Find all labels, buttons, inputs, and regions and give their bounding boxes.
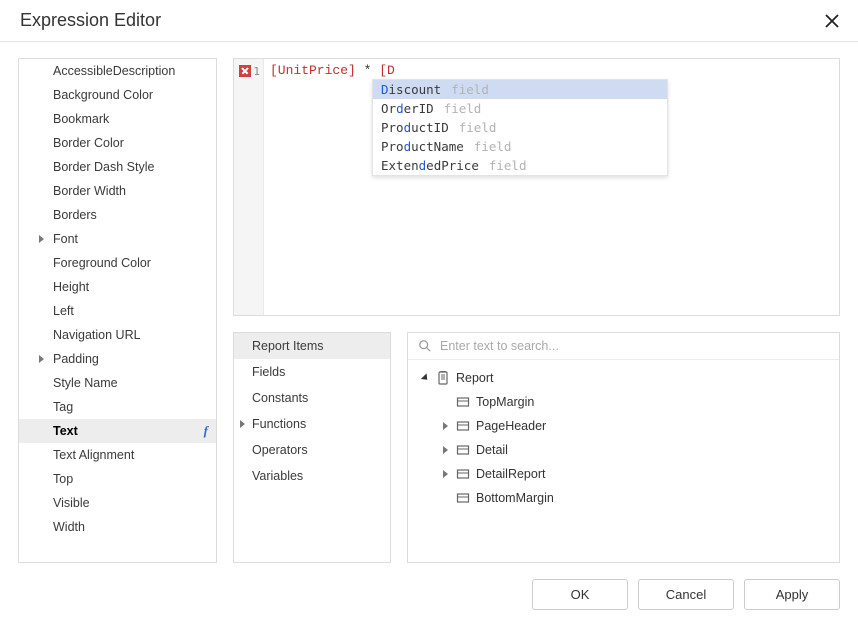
right-column: 1 [UnitPrice] * [D DiscountfieldOrderIDf…	[233, 58, 840, 563]
tree-node[interactable]: DetailReport	[412, 462, 835, 486]
editor-gutter: 1	[234, 59, 264, 315]
token-open-bracket: [	[379, 63, 387, 78]
property-item[interactable]: Tag	[19, 395, 216, 419]
autocomplete-item[interactable]: ProductName field	[373, 137, 667, 156]
property-item[interactable]: Left	[19, 299, 216, 323]
tree-node-label: PageHeader	[476, 419, 546, 433]
search-icon	[418, 339, 432, 353]
error-icon	[239, 65, 251, 77]
apply-button[interactable]: Apply	[744, 579, 840, 610]
property-item[interactable]: Font	[19, 227, 216, 251]
autocomplete-name: ExtendedPrice	[381, 158, 479, 173]
property-item[interactable]: Textf	[19, 419, 216, 443]
property-item[interactable]: Background Color	[19, 83, 216, 107]
property-item[interactable]: Border Width	[19, 179, 216, 203]
lower-row: Report ItemsFieldsConstantsFunctionsOper…	[233, 332, 840, 563]
category-item[interactable]: Constants	[234, 385, 390, 411]
property-item[interactable]: Borders	[19, 203, 216, 227]
tree-node[interactable]: TopMargin	[412, 390, 835, 414]
token-operator: *	[356, 63, 379, 78]
band-icon	[456, 419, 470, 433]
property-item[interactable]: Top	[19, 467, 216, 491]
property-item[interactable]: Width	[19, 515, 216, 539]
band-icon	[456, 395, 470, 409]
autocomplete-name: ProductName	[381, 139, 464, 154]
autocomplete-item[interactable]: ProductID field	[373, 118, 667, 137]
autocomplete-type: field	[451, 82, 489, 97]
property-item[interactable]: Visible	[19, 491, 216, 515]
property-item[interactable]: Navigation URL	[19, 323, 216, 347]
expand-icon[interactable]	[440, 470, 450, 478]
expand-icon[interactable]	[440, 422, 450, 430]
search-row	[408, 333, 839, 360]
dialog-body: AccessibleDescriptionBackground ColorBoo…	[0, 42, 858, 563]
expression-editor-dialog: Expression Editor AccessibleDescriptionB…	[0, 0, 858, 626]
band-icon	[456, 491, 470, 505]
footer: OK Cancel Apply	[0, 563, 858, 626]
property-item[interactable]: Text Alignment	[19, 443, 216, 467]
autocomplete-type: field	[444, 101, 482, 116]
token-field: [UnitPrice]	[270, 63, 356, 78]
items-panel: Report TopMargin PageHeader Detail DetailRep…	[407, 332, 840, 563]
autocomplete-name: ProductID	[381, 120, 449, 135]
property-item[interactable]: Style Name	[19, 371, 216, 395]
autocomplete-type: field	[459, 120, 497, 135]
property-item[interactable]: Border Color	[19, 131, 216, 155]
property-panel: AccessibleDescriptionBackground ColorBoo…	[18, 58, 217, 563]
category-list: Report ItemsFieldsConstantsFunctionsOper…	[234, 333, 390, 489]
category-item[interactable]: Variables	[234, 463, 390, 489]
tree-node[interactable]: Report	[412, 366, 835, 390]
close-icon	[825, 14, 839, 28]
autocomplete-item[interactable]: OrderID field	[373, 99, 667, 118]
property-item[interactable]: AccessibleDescription	[19, 59, 216, 83]
autocomplete-name: OrderID	[381, 101, 434, 116]
category-item[interactable]: Fields	[234, 359, 390, 385]
autocomplete-type: field	[474, 139, 512, 154]
autocomplete-name: Discount	[381, 82, 441, 97]
expand-icon[interactable]	[440, 446, 450, 454]
property-item[interactable]: Foreground Color	[19, 251, 216, 275]
autocomplete-type: field	[489, 158, 527, 173]
code-editor-panel: 1 [UnitPrice] * [D DiscountfieldOrderIDf…	[233, 58, 840, 316]
formula-icon: f	[204, 423, 208, 439]
search-input[interactable]	[440, 339, 829, 353]
code-editor[interactable]: [UnitPrice] * [D DiscountfieldOrderIDfie…	[264, 59, 839, 315]
tree-node-label: Detail	[476, 443, 508, 457]
property-item[interactable]: Padding	[19, 347, 216, 371]
tree-node[interactable]: PageHeader	[412, 414, 835, 438]
tree-node-label: TopMargin	[476, 395, 534, 409]
close-button[interactable]	[822, 11, 842, 31]
cancel-button[interactable]: Cancel	[638, 579, 734, 610]
autocomplete-item[interactable]: Discount field	[373, 80, 667, 99]
band-icon	[456, 443, 470, 457]
tree-node[interactable]: BottomMargin	[412, 486, 835, 510]
tree-node-label: Report	[456, 371, 494, 385]
band-icon	[456, 467, 470, 481]
tree-node-label: BottomMargin	[476, 491, 554, 505]
property-item[interactable]: Border Dash Style	[19, 155, 216, 179]
property-item[interactable]: Bookmark	[19, 107, 216, 131]
autocomplete-popup: DiscountfieldOrderIDfieldProductIDfieldP…	[372, 79, 668, 176]
titlebar: Expression Editor	[0, 0, 858, 42]
property-item[interactable]: Height	[19, 275, 216, 299]
report-icon	[436, 371, 450, 385]
tree-node-label: DetailReport	[476, 467, 545, 481]
dialog-title: Expression Editor	[20, 10, 161, 31]
property-list: AccessibleDescriptionBackground ColorBoo…	[19, 59, 216, 539]
category-item[interactable]: Operators	[234, 437, 390, 463]
collapse-icon[interactable]	[420, 374, 430, 382]
category-panel: Report ItemsFieldsConstantsFunctionsOper…	[233, 332, 391, 563]
autocomplete-item[interactable]: ExtendedPrice field	[373, 156, 667, 175]
tree: Report TopMargin PageHeader Detail DetailRep…	[408, 360, 839, 562]
line-number: 1	[253, 65, 260, 78]
category-item[interactable]: Report Items	[234, 333, 390, 359]
category-item[interactable]: Functions	[234, 411, 390, 437]
tree-node[interactable]: Detail	[412, 438, 835, 462]
token-typed: D	[387, 63, 395, 78]
ok-button[interactable]: OK	[532, 579, 628, 610]
